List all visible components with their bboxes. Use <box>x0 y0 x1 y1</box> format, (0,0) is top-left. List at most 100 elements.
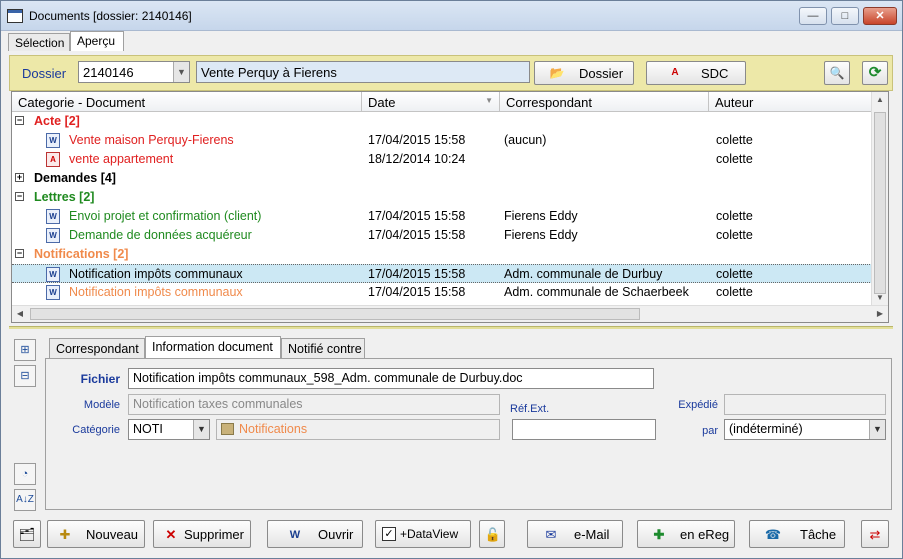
document-name: Notification impôts communaux <box>69 267 243 281</box>
tab-selection[interactable]: Sélection <box>8 33 70 51</box>
maximize-button[interactable]: □ <box>831 7 859 25</box>
pdf-document-icon: A <box>46 152 60 167</box>
document-date: 17/04/2015 15:58 <box>368 133 466 147</box>
expand-icon[interactable]: + <box>15 173 24 182</box>
column-categorie-document[interactable]: Categorie - Document <box>12 92 362 112</box>
scroll-left-icon[interactable]: ◀ <box>12 306 28 322</box>
close-button[interactable]: ✕ <box>863 7 897 25</box>
dataview-toggle[interactable]: ✓ +DataView <box>375 520 471 548</box>
fichier-field[interactable]: Notification impôts communaux_598_Adm. c… <box>128 368 654 389</box>
refresh-button[interactable]: ⟳ <box>862 61 888 85</box>
modele-field[interactable]: Notification taxes communales <box>128 394 500 415</box>
lock-button[interactable]: 🔓 <box>479 520 505 548</box>
chevron-down-icon[interactable]: ▼ <box>173 62 189 82</box>
checkbox-checked-icon[interactable]: ✓ <box>382 527 396 541</box>
tab-correspondant[interactable]: Correspondant <box>49 338 145 358</box>
dossier-number-combo[interactable]: 2140146 ▼ <box>78 61 190 83</box>
ouvrir-label: Ouvrir <box>318 527 354 542</box>
vertical-scrollbar[interactable]: ▲ ▼ <box>871 92 888 306</box>
padlock-icon: 🔓 <box>484 527 502 542</box>
export-button[interactable]: ⇄ <box>861 520 889 548</box>
collapse-icon[interactable]: − <box>15 116 24 125</box>
supprimer-button[interactable]: ✕ Supprimer <box>153 520 251 548</box>
dossier-number-value: 2140146 <box>83 65 134 80</box>
document-row[interactable]: W Demande de données acquéreur 17/04/2015 … <box>12 226 872 245</box>
modele-label: Modèle <box>83 399 120 411</box>
dossier-name-field: Vente Perquy à Fierens <box>196 61 530 83</box>
vertical-scroll-thumb[interactable] <box>874 112 886 294</box>
par-select[interactable]: (indéterminé) ▼ <box>724 419 886 440</box>
document-row[interactable]: W Notification impôts communaux 17/04/2015… <box>12 283 872 302</box>
documents-window: Documents [dossier: 2140146] — □ ✕ Sélec… <box>0 0 903 559</box>
scroll-up-icon[interactable]: ▲ <box>872 92 888 108</box>
horizontal-scrollbar[interactable]: ◀ ▶ <box>12 305 888 322</box>
chevron-down-icon[interactable]: ▼ <box>869 420 885 439</box>
expand-all-icon[interactable]: ⊞ <box>14 339 36 361</box>
column-date[interactable]: Date <box>362 92 500 112</box>
collapse-icon[interactable]: − <box>15 249 24 258</box>
document-row[interactable]: Avente appartement 18/12/2014 10:24 colett… <box>12 150 872 169</box>
email-label: e-Mail <box>574 527 610 542</box>
collapse-icon[interactable]: − <box>15 192 24 201</box>
par-value: (indéterminé) <box>729 422 803 436</box>
horizontal-scroll-thumb[interactable] <box>30 308 640 320</box>
email-button[interactable]: ✉ e-Mail <box>527 520 623 548</box>
scroll-down-icon[interactable]: ▼ <box>872 290 888 306</box>
sdc-button[interactable]: A SDC <box>646 61 746 85</box>
ref-ext-field[interactable] <box>512 419 656 440</box>
document-author: colette <box>716 133 753 147</box>
ereg-add-icon: ✚ <box>653 527 665 542</box>
group-row[interactable]: − Acte [2] <box>12 112 872 131</box>
tache-button[interactable]: ☎ Tâche <box>749 520 845 548</box>
panel-splitter[interactable] <box>9 326 893 329</box>
dossier-button[interactable]: 📂 Dossier <box>534 61 634 85</box>
group-row[interactable]: + Demandes [4] <box>12 169 872 188</box>
information-document-panel: Fichier Notification impôts communaux_59… <box>45 358 892 510</box>
sort-az-icon[interactable]: A↓Z <box>14 489 36 511</box>
pdf-icon: A <box>671 67 679 78</box>
document-correspondent: Adm. communale de Schaerbeek <box>504 285 689 299</box>
scroll-right-icon[interactable]: ▶ <box>872 306 888 322</box>
document-row[interactable]: W Vente maison Perquy-Fierens 17/04/2015 1… <box>12 131 872 150</box>
tab-notifie-contre[interactable]: Notifié contre <box>281 338 365 358</box>
search-button[interactable]: 🔍 <box>824 61 850 85</box>
properties-icon: 🗂 <box>18 527 36 542</box>
document-date: 18/12/2014 10:24 <box>368 152 466 166</box>
document-name: Vente maison Perquy-Fierens <box>69 133 234 147</box>
document-date: 17/04/2015 15:58 <box>368 267 466 281</box>
tache-label: Tâche <box>800 527 837 542</box>
document-date: 17/04/2015 15:58 <box>368 209 466 223</box>
ouvrir-button[interactable]: W Ouvrir <box>267 520 363 548</box>
group-title: Notifications [2] <box>34 247 129 261</box>
document-correspondent: Fierens Eddy <box>504 209 578 223</box>
sdc-button-label: SDC <box>701 66 729 81</box>
column-auteur[interactable]: Auteur <box>709 92 872 112</box>
word-document-icon: W <box>46 133 60 148</box>
word-document-icon: W <box>46 228 60 243</box>
document-row[interactable]: W Notification impôts communaux 17/04/2015… <box>12 264 872 283</box>
group-row[interactable]: − Lettres [2] <box>12 188 872 207</box>
document-author: colette <box>716 209 753 223</box>
column-correspondant[interactable]: Correspondant <box>500 92 709 112</box>
group-title: Acte [2] <box>34 114 80 128</box>
tab-information-document[interactable]: Information document <box>145 336 281 358</box>
group-row[interactable]: − Notifications [2] <box>12 245 872 264</box>
folder-open-icon: 📂 <box>549 66 565 80</box>
minimize-button[interactable]: — <box>799 7 827 25</box>
par-label: par <box>702 425 718 437</box>
grid-header: Categorie - Document Date Correspondant … <box>12 92 872 112</box>
group-title: Demandes [4] <box>34 171 116 185</box>
chevron-down-icon[interactable]: ▼ <box>193 420 209 439</box>
app-window-icon <box>7 9 23 23</box>
document-name: vente appartement <box>69 152 174 166</box>
ereg-button[interactable]: ✚ en eReg <box>637 520 735 548</box>
word-document-icon: W <box>46 285 60 300</box>
properties-button[interactable]: 🗂 <box>13 520 41 548</box>
tab-apercu[interactable]: Aperçu <box>70 31 124 51</box>
nouveau-button[interactable]: ✚ Nouveau <box>47 520 145 548</box>
zoom-clock-icon[interactable]: ◔ <box>14 463 36 485</box>
document-row[interactable]: W Envoi projet et confirmation (client) 17… <box>12 207 872 226</box>
categorie-select[interactable]: NOTI ▼ <box>128 419 210 440</box>
collapse-all-icon[interactable]: ⊟ <box>14 365 36 387</box>
document-name: Notification impôts communaux <box>69 285 243 299</box>
